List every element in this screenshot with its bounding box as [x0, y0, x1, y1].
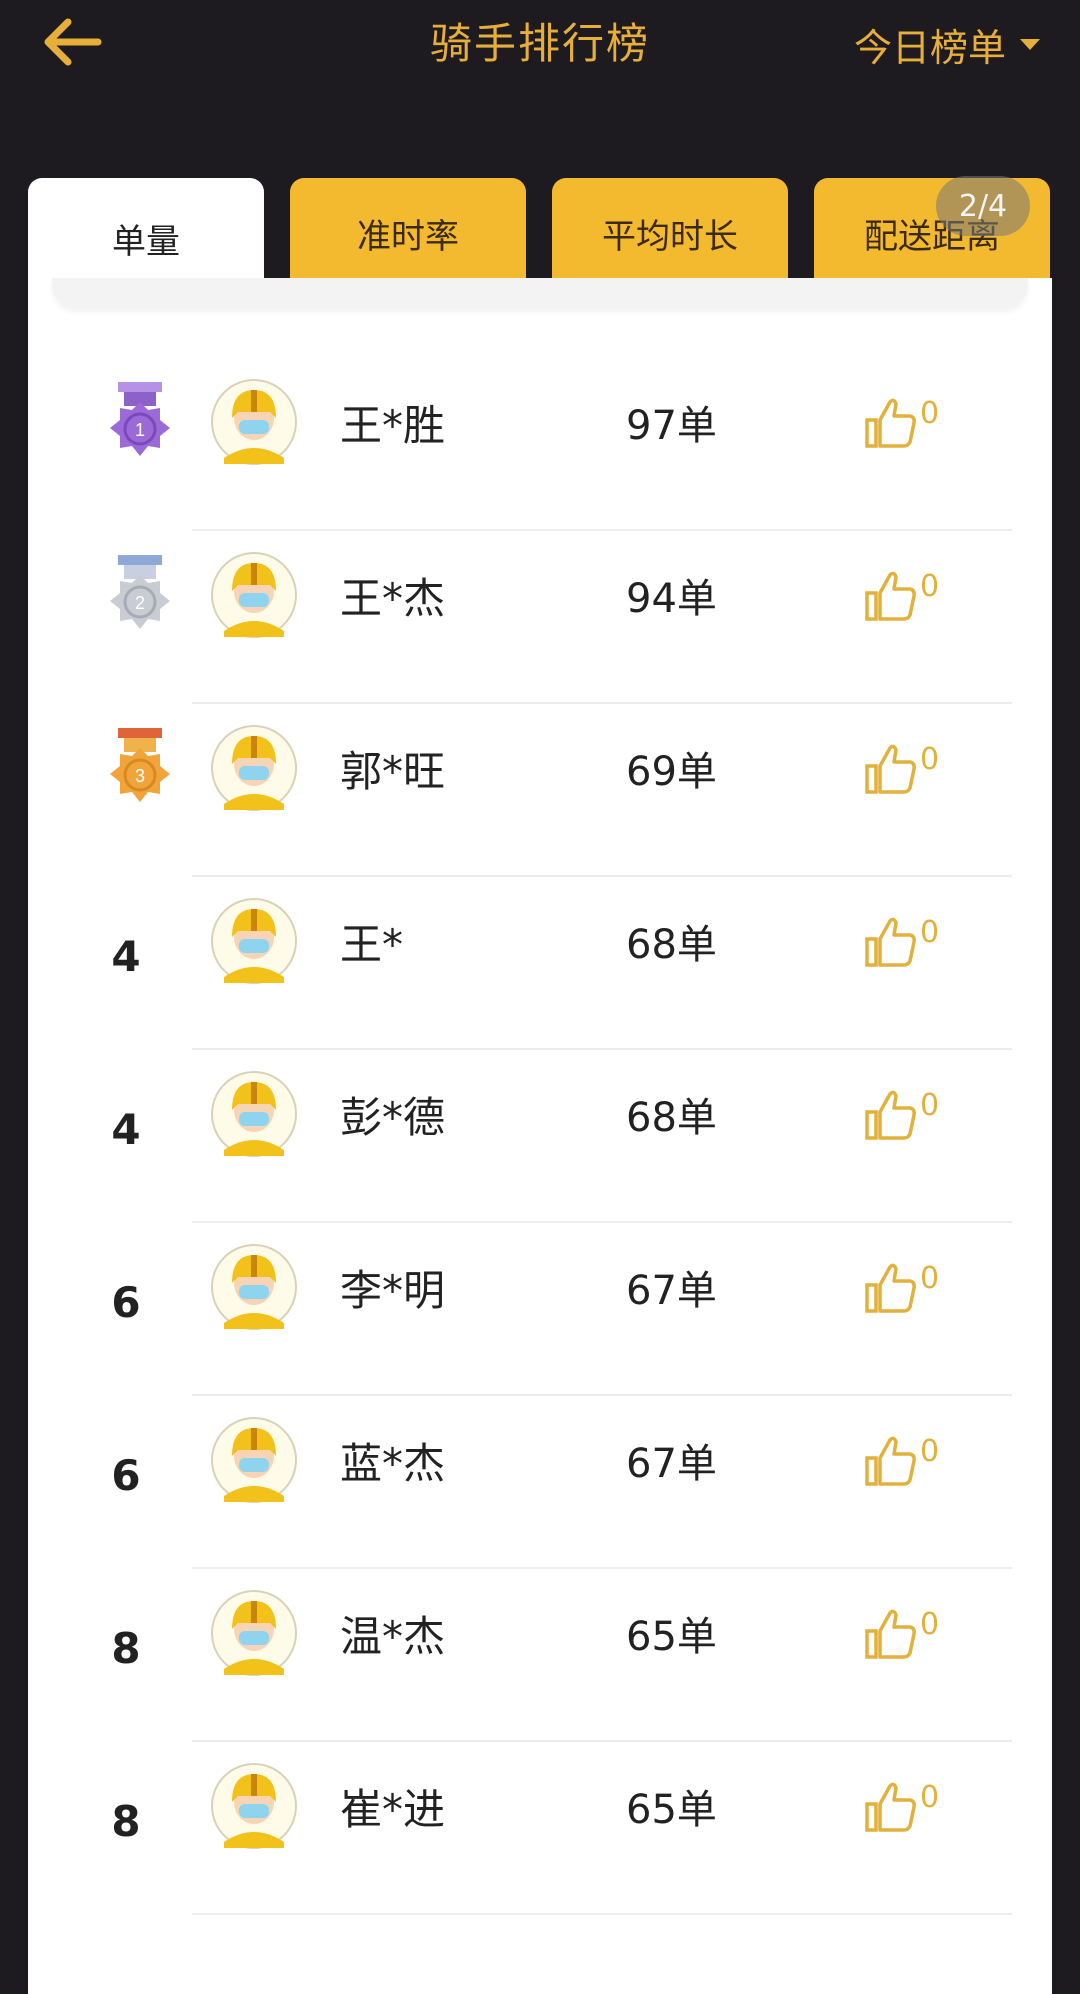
rider-avatar-icon	[211, 552, 297, 638]
like-button[interactable]: 0	[864, 1255, 939, 1319]
ranking-row: 1 王*胜 97单 0	[28, 358, 1052, 531]
silver-medal-icon: 2	[110, 555, 170, 629]
medal-rank-number: 1	[135, 420, 145, 440]
rider-name: 蓝*杰	[340, 1439, 446, 1488]
ranking-row: 4 彭*德 68单 0	[28, 1050, 1052, 1223]
thumbs-up-icon	[865, 917, 916, 967]
thumbs-up-icon	[865, 1782, 916, 1832]
thumbs-up-icon	[865, 1263, 916, 1313]
rank-number: 8	[111, 1624, 141, 1673]
ranking-row: 2 王*杰 94单 0	[28, 531, 1052, 704]
rider-avatar-icon	[211, 1244, 297, 1330]
order-count: 67单	[626, 1441, 717, 1487]
like-button[interactable]: 0	[864, 563, 939, 627]
rider-avatar-icon	[211, 1590, 297, 1676]
rider-name: 李*明	[340, 1266, 446, 1315]
like-count: 0	[920, 395, 940, 431]
like-button[interactable]: 0	[864, 1774, 939, 1838]
rider-name: 崔*进	[340, 1785, 446, 1834]
like-count: 0	[920, 1779, 940, 1815]
tab-average-duration[interactable]: 平均时长	[552, 178, 788, 278]
rider-name: 王*杰	[340, 574, 446, 623]
tab-order-count[interactable]: 单量	[28, 178, 264, 288]
order-count: 68单	[626, 922, 717, 968]
medal-rank-number: 2	[135, 593, 145, 613]
ranking-row: 8 崔*进 65单 0	[28, 1742, 1052, 1915]
medal-rank-number: 3	[135, 766, 145, 786]
like-count: 0	[920, 568, 940, 604]
like-button[interactable]: 0	[864, 1428, 939, 1492]
order-count: 97单	[626, 403, 717, 449]
like-button[interactable]: 0	[864, 390, 939, 454]
tab-label: 准时率	[357, 216, 459, 257]
rider-name: 温*杰	[340, 1612, 446, 1661]
caret-down-icon	[1020, 38, 1040, 50]
rider-name: 王*	[340, 920, 404, 969]
rider-avatar-icon	[211, 1071, 297, 1157]
gold-medal-icon: 1	[110, 382, 170, 456]
order-count: 68单	[626, 1095, 717, 1141]
like-count: 0	[920, 1606, 940, 1642]
like-button[interactable]: 0	[864, 1082, 939, 1146]
like-button[interactable]: 0	[864, 1601, 939, 1665]
rider-name: 彭*德	[340, 1093, 446, 1142]
rider-name: 郭*旺	[340, 747, 446, 796]
rider-avatar-icon	[211, 1763, 297, 1849]
ranking-row: 8 温*杰 65单 0	[28, 1569, 1052, 1742]
like-button[interactable]: 0	[864, 909, 939, 973]
rider-name: 王*胜	[340, 401, 446, 450]
order-count: 65单	[626, 1614, 717, 1660]
like-count: 0	[920, 1260, 940, 1296]
order-count: 67单	[626, 1268, 717, 1314]
like-count: 0	[920, 1433, 940, 1469]
ranking-panel: 1 王*胜 97单 0 2 王*杰 94单 0 3 郭*旺 69单 0 4 王*…	[28, 278, 1052, 1994]
range-dropdown-label: 今日榜单	[853, 25, 1006, 70]
thumbs-up-icon	[865, 1609, 916, 1659]
tab-label: 单量	[112, 221, 180, 262]
rider-avatar-icon	[211, 379, 297, 465]
rider-avatar-icon	[211, 898, 297, 984]
tab-label: 平均时长	[602, 216, 738, 257]
tab-on-time-rate[interactable]: 准时率	[290, 178, 526, 278]
header-bar: 骑手排行榜 今日榜单	[0, 0, 1080, 170]
order-count: 69单	[626, 749, 717, 795]
row-divider	[192, 1913, 1012, 1915]
rank-number: 4	[111, 1105, 141, 1154]
thumbs-up-icon	[865, 571, 916, 621]
range-dropdown[interactable]: 今日榜单	[854, 14, 1040, 74]
thumbs-up-icon	[865, 398, 916, 448]
page-counter-badge: 2/4	[936, 176, 1030, 236]
like-button[interactable]: 0	[864, 736, 939, 800]
ranking-row: 6 蓝*杰 67单 0	[28, 1396, 1052, 1569]
thumbs-up-icon	[865, 1436, 916, 1486]
metric-tabs: 单量 准时率 平均时长 配送距离	[28, 178, 1052, 288]
rank-number: 6	[111, 1451, 141, 1500]
bronze-medal-icon: 3	[110, 728, 170, 802]
rider-leaderboard-screen: 骑手排行榜 今日榜单 单量 准时率 平均时长 配送距离 2/4 1 王*胜 97…	[0, 0, 1080, 1994]
ranking-row: 4 王* 68单 0	[28, 877, 1052, 1050]
thumbs-up-icon	[865, 1090, 916, 1140]
panel-top-strip	[52, 278, 1028, 308]
thumbs-up-icon	[865, 744, 916, 794]
like-count: 0	[920, 1087, 940, 1123]
ranking-row: 6 李*明 67单 0	[28, 1223, 1052, 1396]
rider-avatar-icon	[211, 1417, 297, 1503]
order-count: 65单	[626, 1787, 717, 1833]
rank-number: 6	[111, 1278, 141, 1327]
ranking-row: 3 郭*旺 69单 0	[28, 704, 1052, 877]
rider-avatar-icon	[211, 725, 297, 811]
order-count: 94单	[626, 576, 717, 622]
rank-number: 8	[111, 1797, 141, 1846]
rank-number: 4	[111, 932, 141, 981]
like-count: 0	[920, 914, 940, 950]
like-count: 0	[920, 741, 940, 777]
